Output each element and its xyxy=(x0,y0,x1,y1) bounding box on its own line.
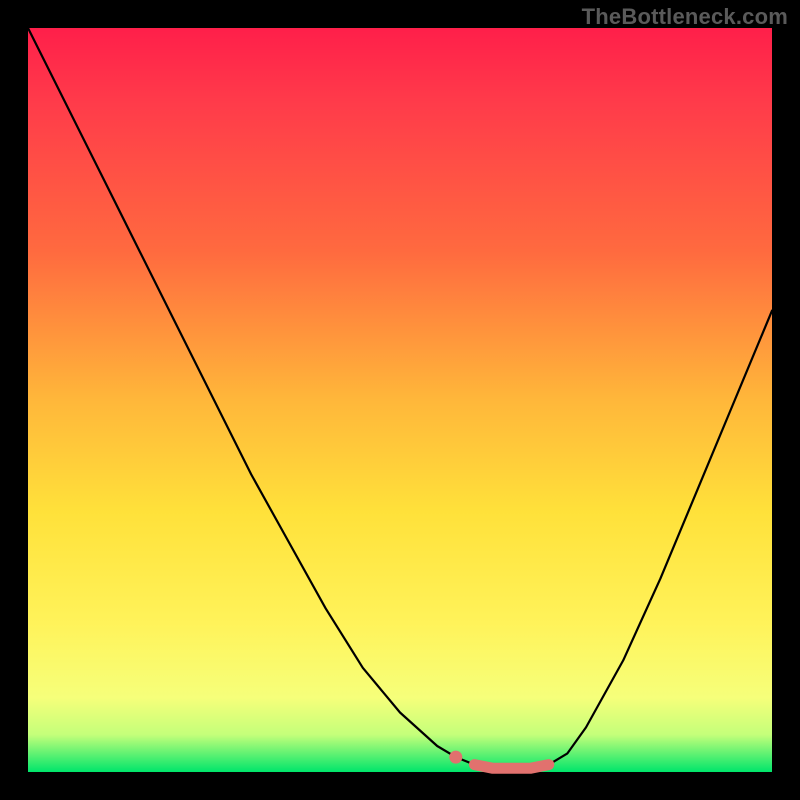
chart-frame: TheBottleneck.com xyxy=(0,0,800,800)
accent-marker xyxy=(449,751,462,764)
plot-svg xyxy=(28,28,772,772)
accent-band xyxy=(474,765,548,769)
watermark-text: TheBottleneck.com xyxy=(582,4,788,30)
bottleneck-curve xyxy=(28,28,772,768)
